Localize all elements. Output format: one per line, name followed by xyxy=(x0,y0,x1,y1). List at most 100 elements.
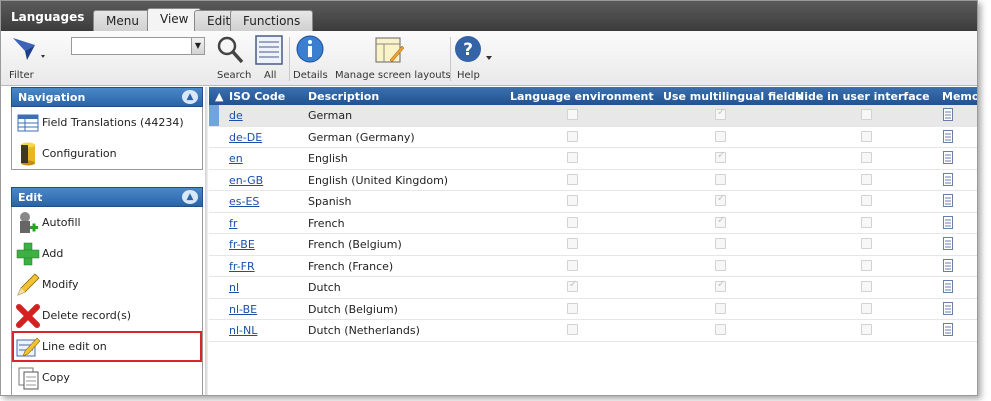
language-environment-checkbox[interactable] xyxy=(567,109,578,120)
multilingual-fields-checkbox[interactable] xyxy=(715,107,726,120)
table-row[interactable]: en-GB English (United Kingdom) xyxy=(209,170,977,191)
iso-code-link[interactable]: nl xyxy=(229,281,239,294)
memo-icon[interactable] xyxy=(943,237,953,250)
language-environment-checkbox[interactable] xyxy=(567,279,578,292)
table-row[interactable]: nl-BE Dutch (Belgium) xyxy=(209,299,977,320)
chevron-down-icon[interactable]: ▼ xyxy=(191,38,204,54)
hide-in-ui-checkbox[interactable] xyxy=(861,259,872,271)
iso-code-link[interactable]: de xyxy=(229,109,243,122)
iso-code-link[interactable]: fr xyxy=(229,217,237,230)
iso-code-link[interactable]: en xyxy=(229,152,243,165)
iso-code-link[interactable]: nl-NL xyxy=(229,324,257,337)
line-edit-button[interactable]: Line edit on xyxy=(12,331,202,362)
memo-icon[interactable] xyxy=(943,151,953,164)
column-iso-code[interactable]: ISO Code xyxy=(229,90,285,103)
table-row[interactable]: nl Dutch xyxy=(209,277,977,299)
language-environment-checkbox[interactable] xyxy=(567,302,578,314)
memo-icon[interactable] xyxy=(943,280,953,293)
memo-icon[interactable] xyxy=(943,323,953,336)
copy-button[interactable]: Copy xyxy=(12,362,202,393)
hide-in-ui-checkbox[interactable] xyxy=(861,109,872,120)
delete-button[interactable]: Delete record(s) xyxy=(12,300,202,331)
memo-icon[interactable] xyxy=(943,172,953,186)
filter-icon[interactable] xyxy=(11,35,51,63)
iso-code-link[interactable]: es-ES xyxy=(229,195,259,208)
column-use-multilingual-fields[interactable]: Use multilingual fields xyxy=(663,90,802,103)
multilingual-fields-checkbox[interactable] xyxy=(715,279,726,292)
language-environment-checkbox[interactable] xyxy=(567,130,578,142)
memo-icon[interactable] xyxy=(943,129,953,143)
multilingual-fields-checkbox[interactable] xyxy=(715,259,726,271)
table-row[interactable]: fr-FR French (France) xyxy=(209,256,977,277)
iso-code-link[interactable]: nl-BE xyxy=(229,303,257,316)
memo-icon[interactable] xyxy=(943,194,953,207)
multilingual-fields-checkbox[interactable] xyxy=(715,324,726,335)
panel-splitter[interactable] xyxy=(205,87,208,395)
memo-icon[interactable] xyxy=(943,108,953,121)
language-environment-checkbox[interactable] xyxy=(567,324,578,335)
multilingual-fields-checkbox[interactable] xyxy=(715,302,726,314)
collapse-icon[interactable]: ▲ xyxy=(182,90,198,104)
iso-code-cell[interactable]: nl-NL xyxy=(229,324,257,337)
modify-button[interactable]: Modify xyxy=(12,269,202,300)
language-environment-checkbox[interactable] xyxy=(567,152,578,163)
layout-icon[interactable] xyxy=(374,34,405,69)
multilingual-fields-checkbox[interactable] xyxy=(715,193,726,206)
language-environment-checkbox[interactable] xyxy=(567,259,578,271)
table-row[interactable]: es-ES Spanish xyxy=(209,191,977,213)
add-button[interactable]: Add xyxy=(12,238,202,269)
help-icon[interactable]: ? xyxy=(453,34,497,69)
iso-code-cell[interactable]: fr xyxy=(229,217,237,230)
info-icon[interactable] xyxy=(295,34,325,69)
tab-functions[interactable]: Functions xyxy=(230,10,314,32)
hide-in-ui-checkbox[interactable] xyxy=(861,302,872,314)
multilingual-fields-checkbox[interactable] xyxy=(715,173,726,185)
multilingual-fields-checkbox[interactable] xyxy=(715,150,726,163)
iso-code-cell[interactable]: en-GB xyxy=(229,174,263,187)
hide-in-ui-checkbox[interactable] xyxy=(861,130,872,142)
autofill-button[interactable]: Autofill xyxy=(12,207,202,238)
nav-item-configuration[interactable]: Configuration xyxy=(12,138,202,169)
column-memo[interactable]: Memo xyxy=(942,90,977,103)
table-row[interactable]: nl-NL Dutch (Netherlands) xyxy=(209,320,977,342)
hide-in-ui-checkbox[interactable] xyxy=(861,216,872,228)
language-environment-checkbox[interactable] xyxy=(567,173,578,185)
search-icon[interactable] xyxy=(215,34,245,69)
all-records-icon[interactable] xyxy=(254,34,284,69)
hide-in-ui-checkbox[interactable] xyxy=(861,152,872,163)
hide-in-ui-checkbox[interactable] xyxy=(861,324,872,335)
search-combo[interactable]: ▼ xyxy=(71,37,205,55)
hide-in-ui-checkbox[interactable] xyxy=(861,195,872,206)
language-environment-checkbox[interactable] xyxy=(567,195,578,206)
iso-code-cell[interactable]: fr-FR xyxy=(229,260,255,273)
iso-code-link[interactable]: fr-BE xyxy=(229,238,255,251)
iso-code-cell[interactable]: nl xyxy=(229,281,239,294)
iso-code-link[interactable]: fr-FR xyxy=(229,260,255,273)
language-environment-checkbox[interactable] xyxy=(567,238,578,249)
hide-in-ui-checkbox[interactable] xyxy=(861,173,872,185)
iso-code-cell[interactable]: de xyxy=(229,109,243,122)
column-description[interactable]: Description xyxy=(308,90,379,103)
memo-icon[interactable] xyxy=(943,215,953,229)
table-row[interactable]: de German xyxy=(209,105,977,127)
table-row[interactable]: fr-BE French (Belgium) xyxy=(209,234,977,256)
iso-code-cell[interactable]: nl-BE xyxy=(229,303,257,316)
hide-in-ui-checkbox[interactable] xyxy=(861,281,872,292)
table-row[interactable]: de-DE German (Germany) xyxy=(209,127,977,148)
collapse-icon[interactable]: ▲ xyxy=(182,190,198,204)
memo-icon[interactable] xyxy=(943,258,953,272)
memo-icon[interactable] xyxy=(943,301,953,315)
multilingual-fields-checkbox[interactable] xyxy=(715,238,726,249)
iso-code-cell[interactable]: en xyxy=(229,152,243,165)
column-hide-in-user-interface[interactable]: Hide in user interface xyxy=(795,90,930,103)
iso-code-cell[interactable]: es-ES xyxy=(229,195,259,208)
table-row[interactable]: en English xyxy=(209,148,977,170)
iso-code-cell[interactable]: fr-BE xyxy=(229,238,255,251)
multilingual-fields-checkbox[interactable] xyxy=(715,215,726,228)
column-language-environment[interactable]: Language environment xyxy=(510,90,654,103)
language-environment-checkbox[interactable] xyxy=(567,216,578,228)
multilingual-fields-checkbox[interactable] xyxy=(715,130,726,142)
tab-menu[interactable]: Menu xyxy=(93,10,152,32)
iso-code-link[interactable]: de-DE xyxy=(229,131,262,144)
iso-code-cell[interactable]: de-DE xyxy=(229,131,262,144)
